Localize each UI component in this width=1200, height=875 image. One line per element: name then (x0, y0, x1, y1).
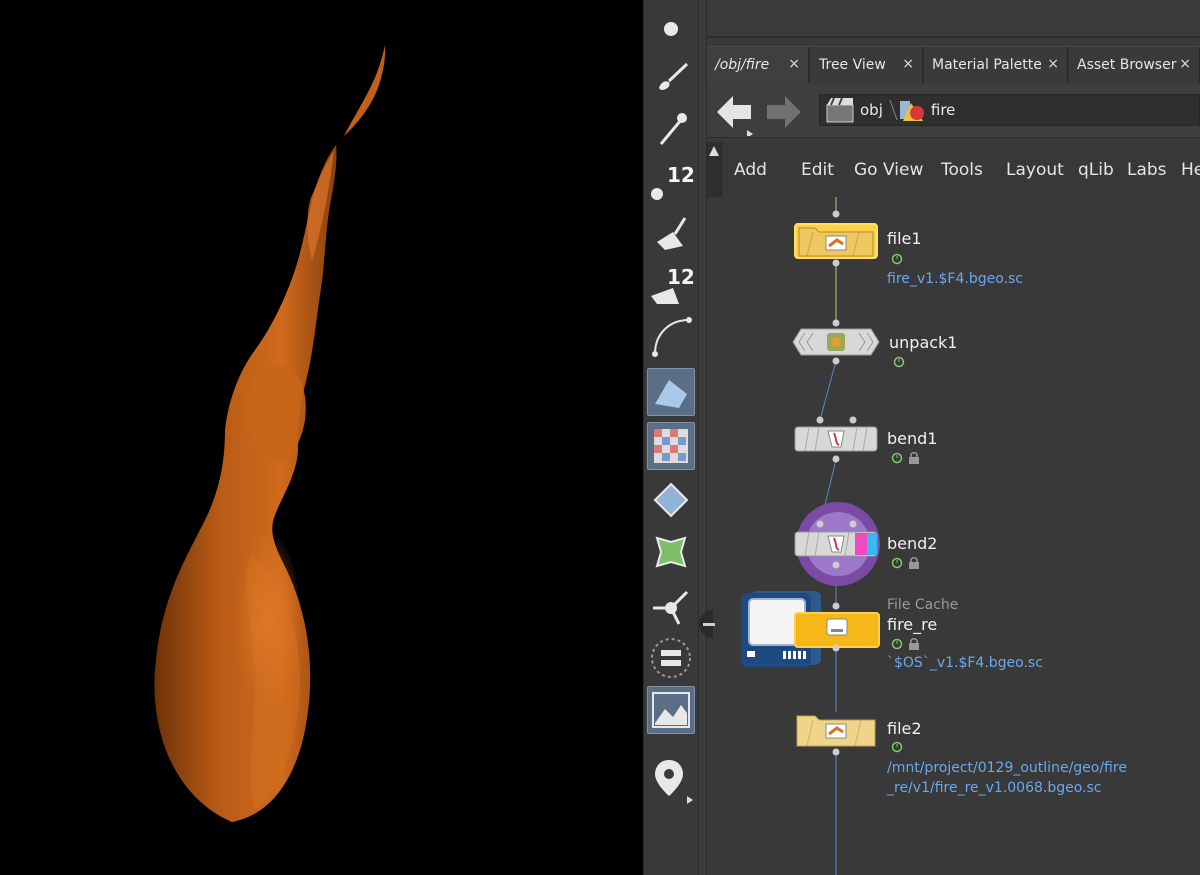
node-path-file1: fire_v1.$F4.bgeo.sc (887, 271, 1023, 287)
terrain-tool-icon[interactable] (647, 686, 695, 734)
brush-tool-icon[interactable] (647, 52, 695, 100)
node-name-bend2[interactable]: bend2 (887, 534, 937, 553)
node-path-file2-line2: _re/v1/fire_re_v1.0068.bgeo.sc (887, 780, 1102, 796)
breadcrumb-obj[interactable]: obj (820, 95, 883, 125)
tab-asset-browser[interactable]: Asset Browser × (1069, 47, 1200, 83)
close-icon[interactable]: × (1179, 56, 1191, 72)
diamond-tool-icon[interactable] (647, 476, 695, 524)
lock-icon[interactable] (908, 556, 920, 569)
menu-help[interactable]: He (1181, 160, 1200, 180)
clock-flag-icon (891, 741, 903, 753)
clock-flag-icon (891, 557, 903, 569)
menu-layout[interactable]: Layout (1006, 160, 1064, 180)
clock-flag-icon (891, 452, 903, 464)
pane-header-area (707, 0, 1200, 38)
menu-add[interactable]: Add (734, 160, 767, 180)
lock-icon[interactable] (908, 451, 920, 464)
pane-tab-bar: /obj/fire × Tree View × Material Palette… (707, 46, 1200, 83)
network-menubar: Add Edit Go View Tools Layout qLib Labs … (721, 142, 1200, 197)
svg-text:12: 12 (667, 163, 695, 187)
geometry-object-icon (899, 101, 924, 121)
node-path-fire-re: `$OS`_v1.$F4.bgeo.sc (887, 655, 1043, 671)
points-count-icon[interactable]: 12 (647, 156, 695, 204)
slice-tool-icon[interactable] (647, 634, 695, 682)
node-bend2[interactable] (793, 530, 883, 558)
shelf-splitter[interactable] (698, 0, 707, 875)
lock-icon[interactable] (908, 637, 920, 650)
menu-view[interactable]: View (883, 160, 923, 180)
output-connector[interactable] (832, 455, 840, 463)
plane-tool-icon[interactable] (647, 368, 695, 416)
input-connector[interactable] (849, 520, 857, 528)
input-connector[interactable] (816, 416, 824, 424)
node-name-file2[interactable]: file2 (887, 719, 922, 738)
collapse-triangle-icon[interactable] (709, 146, 719, 156)
menu-qlib[interactable]: qLib (1078, 160, 1114, 180)
tab-material-palette[interactable]: Material Palette × (924, 47, 1068, 83)
flame-geometry (154, 45, 386, 822)
network-editor-pane: /obj/fire × Tree View × Material Palette… (707, 0, 1200, 875)
tab-label: Tree View (819, 57, 886, 73)
node-bend1[interactable] (793, 425, 881, 453)
node-name-bend1[interactable]: bend1 (887, 429, 937, 448)
input-connector[interactable] (816, 520, 824, 528)
clock-flag-icon (893, 356, 905, 368)
input-connector[interactable] (832, 602, 840, 610)
tab-label: Material Palette (932, 57, 1042, 73)
menu-go[interactable]: Go (854, 160, 878, 180)
breadcrumb: obj fire (819, 94, 1200, 126)
output-connector[interactable] (832, 357, 840, 365)
path-bar: obj fire (707, 84, 1200, 138)
back-arrow-icon[interactable] (713, 92, 753, 138)
location-pin-icon[interactable] (647, 756, 695, 804)
forward-arrow-icon[interactable] (765, 92, 805, 128)
menu-labs[interactable]: Labs (1127, 160, 1167, 180)
node-name-unpack1[interactable]: unpack1 (889, 333, 957, 352)
curve-tool-icon[interactable] (647, 312, 695, 360)
menu-tools[interactable]: Tools (941, 160, 983, 180)
input-connector[interactable] (832, 210, 840, 218)
pen-tool-icon[interactable] (647, 104, 695, 152)
clapper-icon (826, 97, 854, 123)
node-path-file2-line1: /mnt/project/0129_outline/geo/fire (887, 760, 1127, 776)
node-file1[interactable] (793, 222, 881, 260)
network-canvas[interactable]: file1 fire_v1.$F4.bgeo.sc unpack1 bend1 … (707, 197, 1200, 875)
node-file2[interactable] (793, 712, 881, 748)
tab-label: /obj/fire (715, 57, 770, 73)
close-icon[interactable]: × (902, 56, 914, 72)
transform-handle-icon[interactable] (647, 582, 695, 630)
breadcrumb-fire[interactable]: fire (893, 95, 955, 125)
output-connector[interactable] (832, 259, 840, 267)
svg-text:12: 12 (667, 265, 695, 289)
paint-bucket-icon[interactable] (647, 208, 695, 256)
input-connector[interactable] (832, 319, 840, 327)
copy-count-icon[interactable]: 12 (647, 260, 695, 308)
menu-edit[interactable]: Edit (801, 160, 834, 180)
tab-label: Asset Browser (1077, 57, 1177, 73)
clock-flag-icon (891, 638, 903, 650)
tab-obj-fire[interactable]: /obj/fire × (707, 47, 809, 83)
clock-flag-icon (891, 253, 903, 265)
patch-tool-icon[interactable] (647, 528, 695, 576)
output-connector[interactable] (832, 561, 840, 569)
node-name-fire-re[interactable]: fire_re (887, 615, 937, 634)
output-connector[interactable] (832, 748, 840, 756)
tab-tree-view[interactable]: Tree View × (811, 47, 923, 83)
scene-viewport[interactable] (0, 0, 643, 875)
node-type-file-cache: File Cache (887, 597, 959, 613)
breadcrumb-separator (883, 95, 893, 125)
close-icon[interactable]: × (1047, 56, 1059, 72)
input-connector[interactable] (849, 416, 857, 424)
node-name-file1[interactable]: file1 (887, 229, 922, 248)
uv-checker-icon[interactable] (647, 422, 695, 470)
minus-circle-icon[interactable] (697, 608, 725, 640)
node-unpack1[interactable] (791, 327, 881, 357)
point-tool-icon[interactable] (647, 0, 695, 48)
output-connector[interactable] (832, 644, 840, 652)
close-icon[interactable]: × (788, 56, 800, 72)
